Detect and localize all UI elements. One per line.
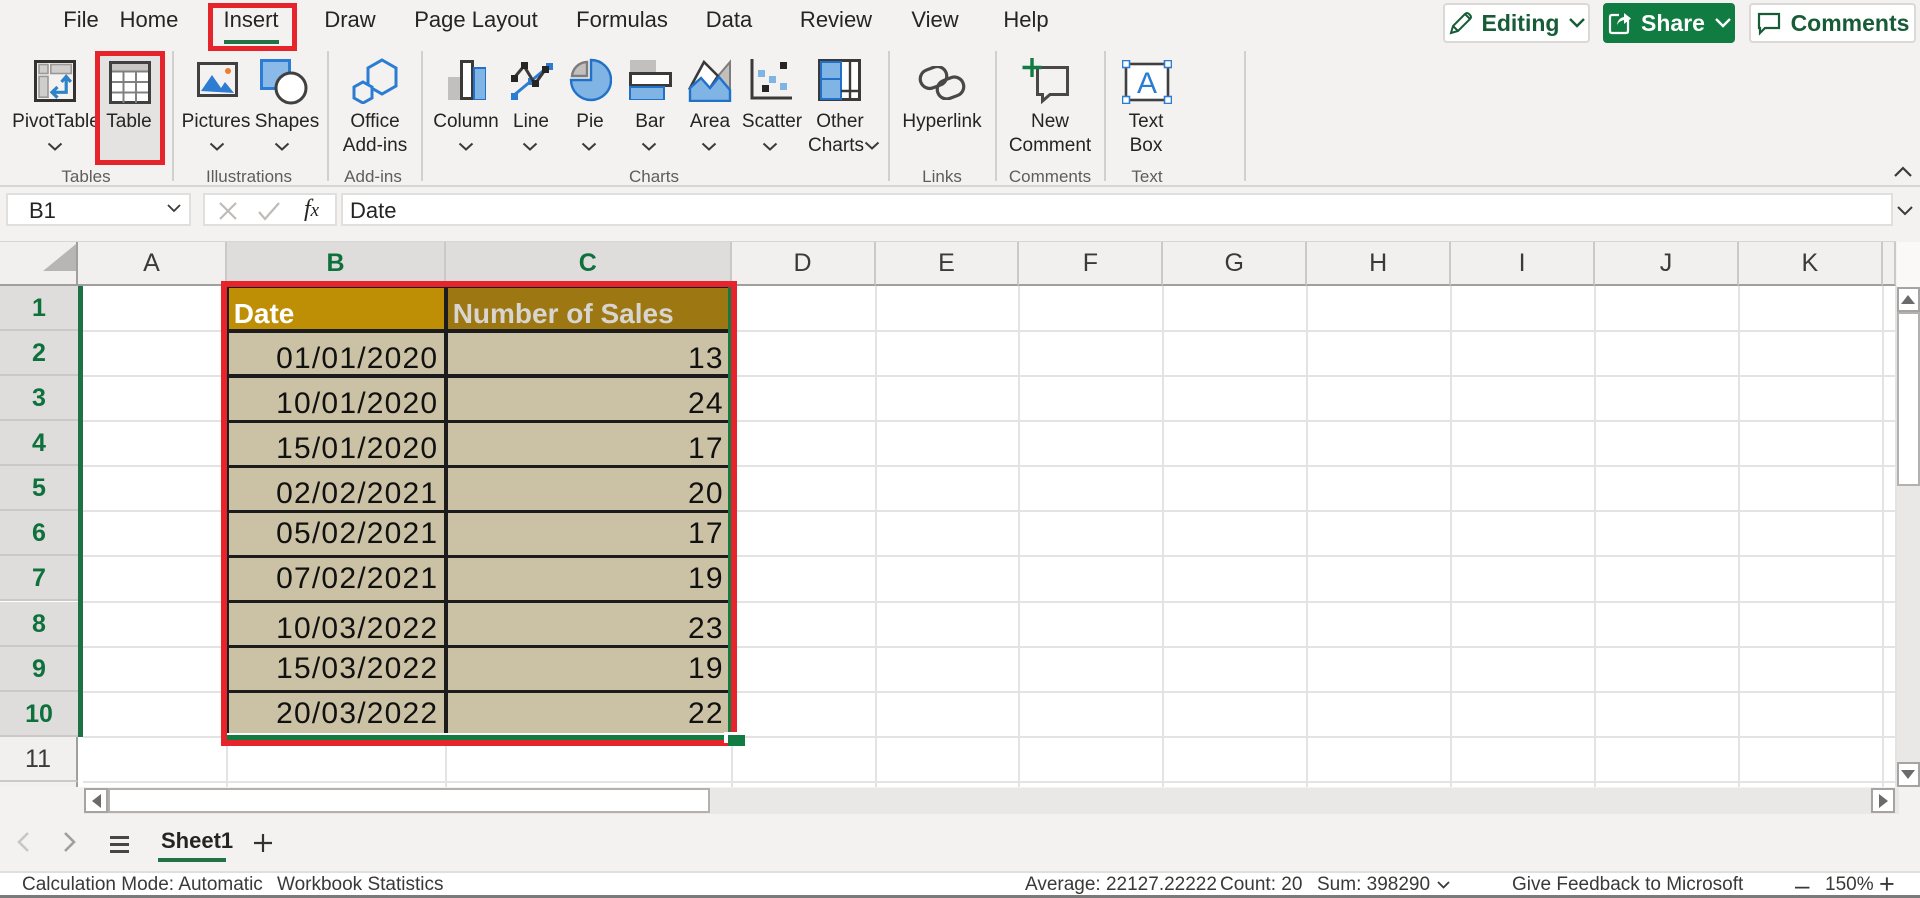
svg-text:A: A — [1137, 67, 1157, 100]
